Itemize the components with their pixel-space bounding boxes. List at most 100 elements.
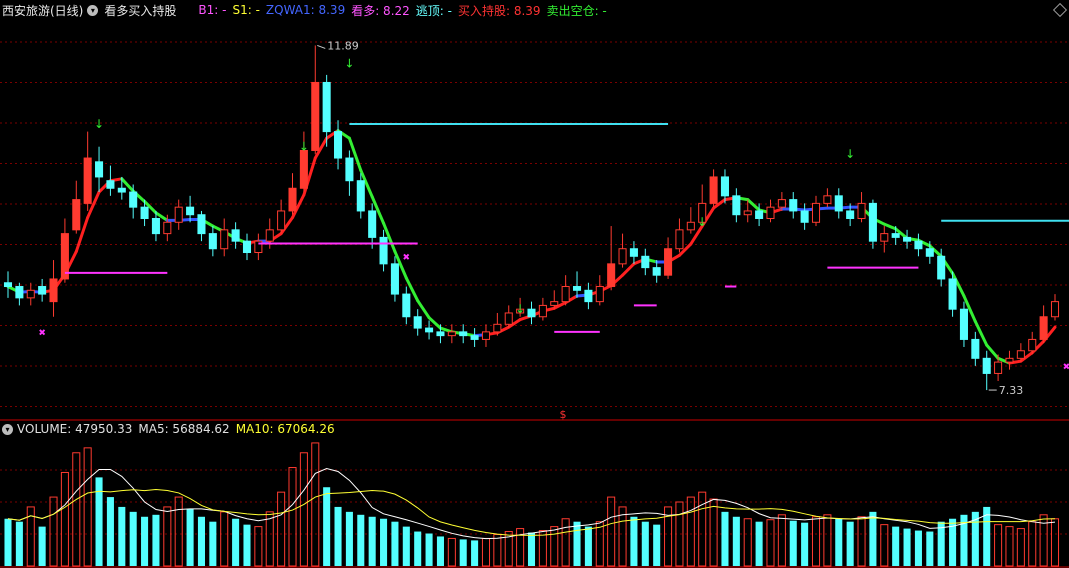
- candle-body: [288, 187, 297, 212]
- candle-body: [607, 263, 616, 288]
- candle-body: [83, 157, 92, 204]
- volume-bar: [118, 506, 126, 566]
- candle-body: [436, 331, 445, 337]
- dollar-marker: $: [560, 408, 567, 421]
- candle-body: [425, 327, 434, 333]
- candle-body: [220, 229, 229, 250]
- volume-bar: [857, 516, 866, 567]
- volume-bar: [129, 511, 137, 566]
- kanduo-value: 看多: 8.22: [351, 3, 410, 18]
- candle-body: [413, 316, 422, 329]
- candle-body: [561, 286, 570, 303]
- volume-settings-icon[interactable]: ▾: [2, 423, 13, 435]
- volume-bar: [414, 531, 422, 566]
- high-pointer: [317, 44, 326, 49]
- volume-bar: [527, 532, 536, 566]
- candle-body: [459, 331, 468, 337]
- volume-bar: [471, 540, 479, 566]
- volume-bar: [584, 526, 592, 566]
- candle-body: [982, 357, 991, 374]
- stock-chart[interactable]: ✖✖✖✖↓↓↓↓↓↓11.897.33$: [0, 0, 1069, 568]
- volume-bar: [186, 508, 194, 566]
- volume-bar: [220, 511, 229, 567]
- candle-body: [937, 255, 946, 280]
- candle-body: [766, 206, 775, 220]
- candle-body: [106, 180, 115, 189]
- settings-circle-icon[interactable]: ▾: [87, 4, 99, 16]
- candle-body: [880, 233, 889, 242]
- volume-bar: [607, 496, 616, 567]
- candle-body: [994, 361, 1003, 374]
- volume-bar: [641, 521, 649, 566]
- candle-body: [3, 282, 13, 288]
- candle-body: [379, 236, 388, 265]
- ma-line-segment: [427, 316, 442, 330]
- volume-bar: [755, 521, 763, 566]
- down-arrow-marker: ↓: [515, 302, 525, 316]
- candle-body: [629, 248, 638, 257]
- candle-body: [572, 286, 582, 291]
- candle-body: [891, 233, 900, 238]
- high-price-label: 11.89: [327, 39, 359, 52]
- x-marker: ✖: [38, 329, 46, 339]
- volume-bar: [83, 447, 92, 567]
- volume-bar: [869, 511, 877, 566]
- volume-bar: [459, 539, 467, 566]
- candle-body: [1050, 301, 1060, 318]
- volume-bar: [254, 526, 263, 567]
- candle-body: [15, 286, 24, 299]
- candle-body: [186, 206, 195, 216]
- candle-body: [402, 293, 411, 318]
- volume-bar: [357, 514, 365, 566]
- candle-body: [493, 323, 502, 333]
- volume-bar: [811, 516, 821, 567]
- down-arrow-marker: ↓: [344, 56, 354, 70]
- candle-body: [641, 255, 650, 269]
- volume-bar: [493, 533, 502, 567]
- candle-body: [208, 233, 217, 250]
- expand-diamond-icon[interactable]: [1052, 2, 1068, 18]
- candle-body: [925, 248, 934, 257]
- ma-line-segment: [416, 299, 431, 320]
- candle-body: [49, 278, 58, 303]
- candle-body: [948, 278, 957, 310]
- taoding-value: 逃顶: -: [415, 3, 452, 18]
- s1-value: S1: -: [232, 3, 260, 17]
- candle-body: [72, 199, 81, 231]
- candle-body: [1016, 350, 1025, 359]
- candle-body: [334, 131, 343, 159]
- volume-bar: [892, 526, 900, 566]
- chart-header: 西安旅游(日线) ▾ 看多买入持股 B1: - S1: - ZQWA1: 8.3…: [0, 0, 1069, 20]
- candle-body: [140, 206, 149, 220]
- volume-bar: [846, 521, 854, 566]
- candle-body: [618, 248, 627, 265]
- candle-body: [129, 191, 138, 208]
- candle-body: [481, 331, 491, 340]
- volume-bar: [277, 491, 286, 567]
- volume-bar: [288, 467, 297, 567]
- volume-bar: [823, 514, 832, 567]
- candle-body: [755, 210, 764, 219]
- candle-body: [903, 236, 912, 242]
- volume-bar: [914, 530, 922, 566]
- candle-body: [197, 214, 206, 235]
- candle-body: [732, 195, 741, 216]
- candle-body: [117, 187, 126, 193]
- candle-body: [174, 206, 183, 223]
- candle-body: [595, 286, 604, 303]
- candle-body: [823, 195, 832, 204]
- candle-body: [163, 221, 172, 235]
- volume-bar: [789, 520, 797, 566]
- volume-header: ▾ VOLUME: 47950.33 MA5: 56884.62 MA10: 6…: [0, 421, 335, 437]
- volume-bar: [323, 487, 331, 566]
- volume-bar: [163, 506, 172, 567]
- volume-bar: [425, 533, 433, 566]
- candle-body: [584, 289, 593, 303]
- down-arrow-marker: ↓: [94, 117, 104, 131]
- volume-bar: [4, 518, 12, 566]
- volume-bar: [311, 442, 320, 567]
- candle-body: [470, 335, 479, 340]
- volume-bar: [60, 471, 69, 567]
- down-arrow-marker: ↓: [845, 147, 855, 161]
- volume-bar: [15, 521, 23, 566]
